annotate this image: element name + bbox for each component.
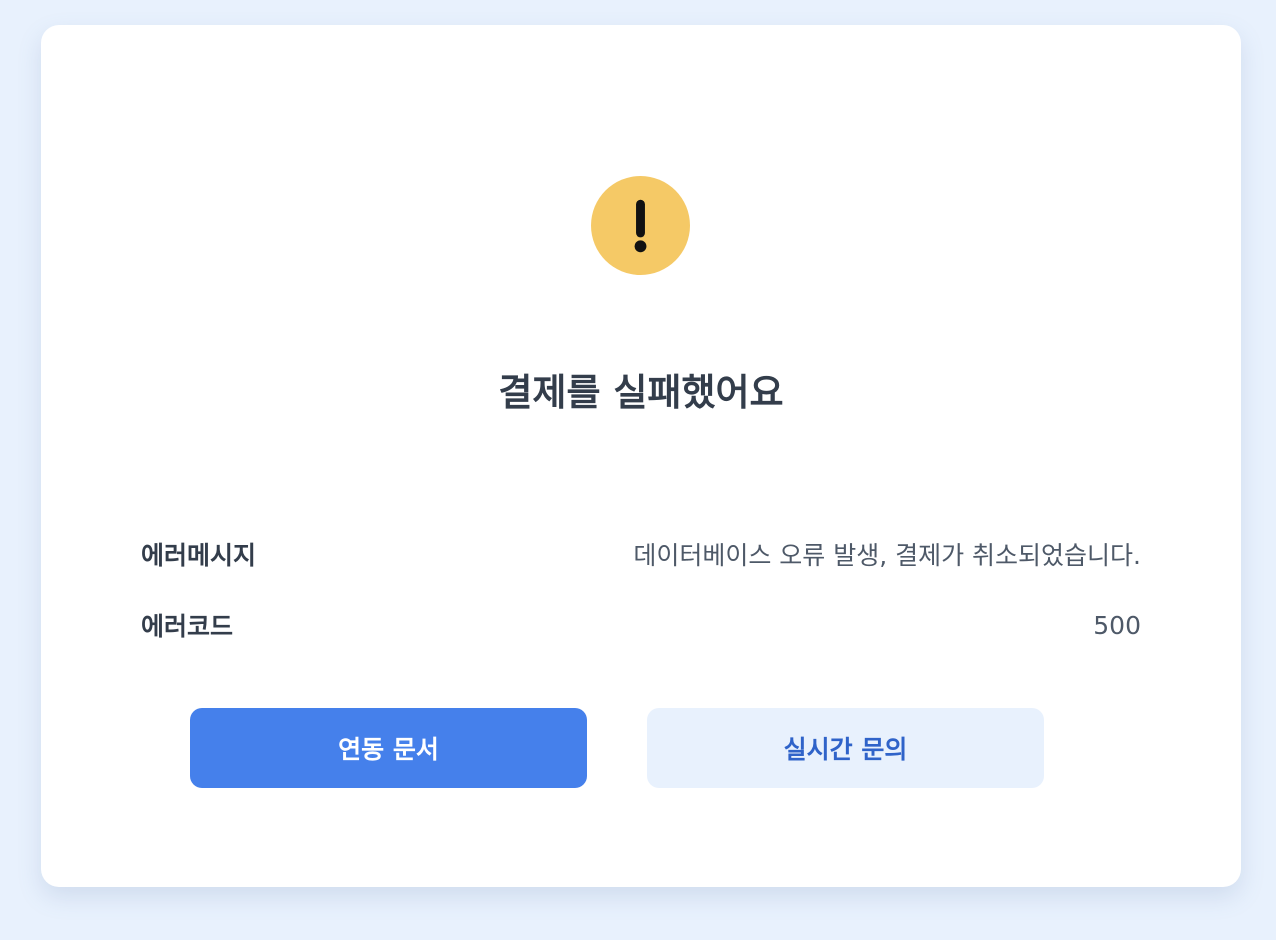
error-message-row: 에러메시지 데이터베이스 오류 발생, 결제가 취소되었습니다. xyxy=(141,534,1141,574)
live-inquiry-button[interactable]: 실시간 문의 xyxy=(647,708,1044,788)
error-code-label: 에러코드 xyxy=(141,612,234,641)
error-code-row: 에러코드 500 xyxy=(141,605,1141,645)
result-card: 결제를 실패했어요 에러메시지 데이터베이스 오류 발생, 결제가 취소되었습니… xyxy=(41,25,1241,887)
integration-docs-button[interactable]: 연동 문서 xyxy=(190,708,587,788)
error-message-label: 에러메시지 xyxy=(141,541,257,570)
warning-exclamation-icon xyxy=(591,176,690,275)
error-code-value: 500 xyxy=(1093,610,1141,640)
page-title: 결제를 실패했어요 xyxy=(498,371,784,414)
error-message-value: 데이터베이스 오류 발생, 결제가 취소되었습니다. xyxy=(633,541,1141,570)
